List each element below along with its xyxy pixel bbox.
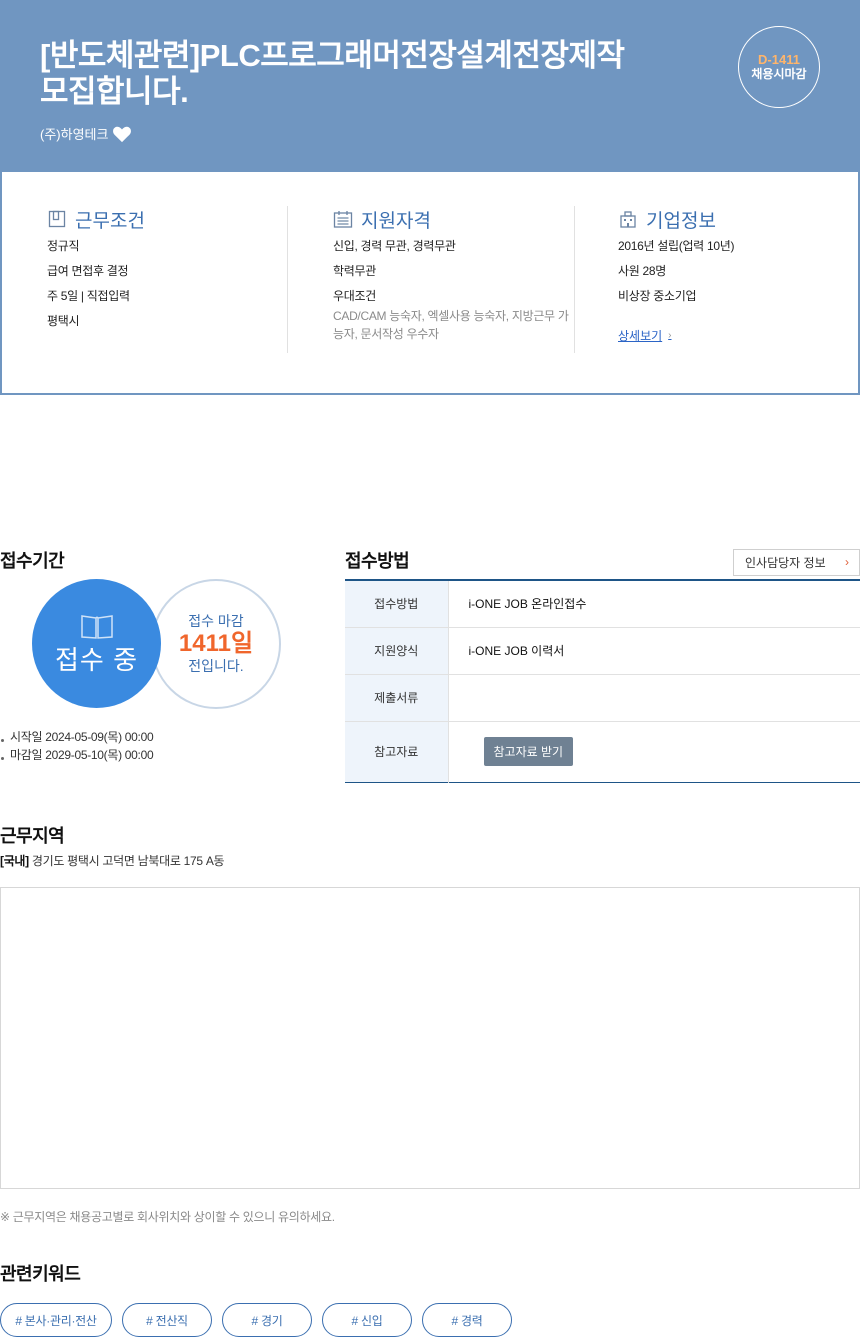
period-dates: 시작일 2024-05-09(목) 00:00 마감일 2029-05-10(목… [0, 728, 154, 764]
job-header-banner: [반도체관련]PLC프로그래머전장설계전장제작 모집합니다. (주)하영테크 D… [0, 0, 860, 172]
company-info: 기업정보 2016년 설립(업력 10년) 사원 28명 비상장 중소기업 상세… [618, 206, 838, 353]
deadline-label: 접수 마감 [188, 613, 244, 629]
heart-icon[interactable] [112, 125, 132, 143]
keyword-list: # 본사·관리·전산 # 전산직 # 경기 # 신입 # 경력 [0, 1303, 512, 1337]
qualifications-title: 지원자격 [361, 210, 431, 232]
location-title: 근무지역 [0, 826, 65, 846]
company-info-header: 기업정보 [618, 206, 838, 232]
row-value [448, 674, 860, 722]
map-area[interactable] [0, 887, 860, 1189]
document-icon [48, 210, 66, 228]
table-row: 접수방법 i-ONE JOB 온라인접수 [345, 580, 860, 628]
table-row: 제출서류 [345, 674, 860, 722]
keyword-tag[interactable]: # 본사·관리·전산 [0, 1303, 112, 1337]
method-table: 접수방법 i-ONE JOB 온라인접수 지원양식 i-ONE JOB 이력서 … [345, 579, 860, 783]
hr-contact-button[interactable]: 인사담당자 정보 › [733, 549, 860, 576]
keyword-tag[interactable]: # 전산직 [122, 1303, 212, 1337]
work-conditions-header: 근무조건 [47, 206, 287, 232]
preferred-conditions: CAD/CAM 능숙자, 엑셀사용 능숙자, 지방근무 가능자, 문서작성 우수… [333, 309, 569, 341]
location-region: [국내] [0, 854, 29, 868]
company-item: 비상장 중소기업 [618, 289, 697, 303]
work-item: 급여 면접후 결정 [47, 264, 129, 278]
row-value: i-ONE JOB 온라인접수 [448, 580, 860, 628]
status-label: 접수 중 [55, 644, 138, 675]
table-row: 참고자료 참고자료 받기 [345, 721, 860, 782]
start-date: 시작일 2024-05-09(목) 00:00 [0, 728, 154, 746]
table-row: 지원양식 i-ONE JOB 이력서 [345, 627, 860, 675]
download-reference-button[interactable]: 참고자료 받기 [483, 737, 574, 766]
company-info-title: 기업정보 [646, 210, 716, 232]
company-detail-label: 상세보기 [618, 329, 663, 343]
dday-sub: 채용시마감 [751, 67, 807, 81]
building-icon [620, 211, 636, 228]
work-conditions: 근무조건 정규직 급여 면접후 결정 주 5일 | 직접입력 평택시 [47, 206, 288, 353]
keywords-title: 관련키워드 [0, 1264, 81, 1284]
company-name-row: (주)하영테크 [40, 124, 132, 143]
qualifications-header: 지원자격 [333, 206, 574, 232]
days-left: 1411일 [178, 630, 254, 657]
qualification-item: 학력무관 [333, 264, 376, 278]
work-item: 정규직 [47, 239, 80, 253]
row-label: 제출서류 [345, 674, 449, 722]
method-title: 접수방법 [345, 551, 410, 571]
end-date: 마감일 2029-05-10(목) 00:00 [0, 746, 154, 764]
location-note: ※ 근무지역은 채용공고별로 회사위치와 상이할 수 있으니 유의하세요. [0, 1210, 335, 1224]
row-value: 참고자료 받기 [448, 721, 860, 782]
chevron-right-icon: › [668, 330, 672, 341]
qualifications: 지원자격 신입, 경력 무관, 경력무관 학력무관 우대조건 CAD/CAM 능… [333, 206, 575, 353]
keyword-tag[interactable]: # 신입 [322, 1303, 412, 1337]
location-address-row: [국내] 경기도 평택시 고덕면 남북대로 175 A동 [0, 852, 225, 869]
work-item: 평택시 [47, 314, 80, 328]
qualification-item: 우대조건 [333, 289, 376, 303]
work-item: 주 5일 | 직접입력 [47, 289, 130, 303]
location-address: 경기도 평택시 고덕면 남북대로 175 A동 [31, 854, 225, 868]
row-label: 접수방법 [345, 580, 449, 628]
company-item: 사원 28명 [618, 264, 667, 278]
dday-count: D-1411 [758, 52, 800, 67]
keyword-tag[interactable]: # 경기 [222, 1303, 312, 1337]
company-item: 2016년 설립(업력 10년) [618, 239, 735, 253]
row-value: i-ONE JOB 이력서 [448, 627, 860, 675]
row-label: 참고자료 [345, 721, 449, 782]
days-suffix: 전입니다. [188, 658, 244, 674]
qualification-item: 신입, 경력 무관, 경력무관 [333, 239, 456, 253]
calendar-icon [333, 211, 353, 228]
dday-badge: D-1411 채용시마감 [738, 26, 820, 108]
keyword-tag[interactable]: # 경력 [422, 1303, 512, 1337]
company-detail-link[interactable]: 상세보기 › [618, 327, 672, 344]
chevron-right-icon: › [845, 555, 849, 569]
job-summary: 근무조건 정규직 급여 면접후 결정 주 5일 | 직접입력 평택시 지원자격 … [0, 172, 860, 395]
row-label: 지원양식 [345, 627, 449, 675]
period-title: 접수기간 [0, 551, 65, 571]
company-name[interactable]: (주)하영테크 [40, 124, 108, 143]
deadline-circle: 접수 마감 1411일 전입니다. [151, 579, 281, 709]
job-title: [반도체관련]PLC프로그래머전장설계전장제작 모집합니다. [40, 38, 625, 109]
status-circle: 접수 중 [32, 579, 161, 708]
hr-contact-label: 인사담당자 정보 [745, 556, 826, 570]
book-icon [80, 614, 113, 639]
work-conditions-title: 근무조건 [75, 210, 145, 232]
